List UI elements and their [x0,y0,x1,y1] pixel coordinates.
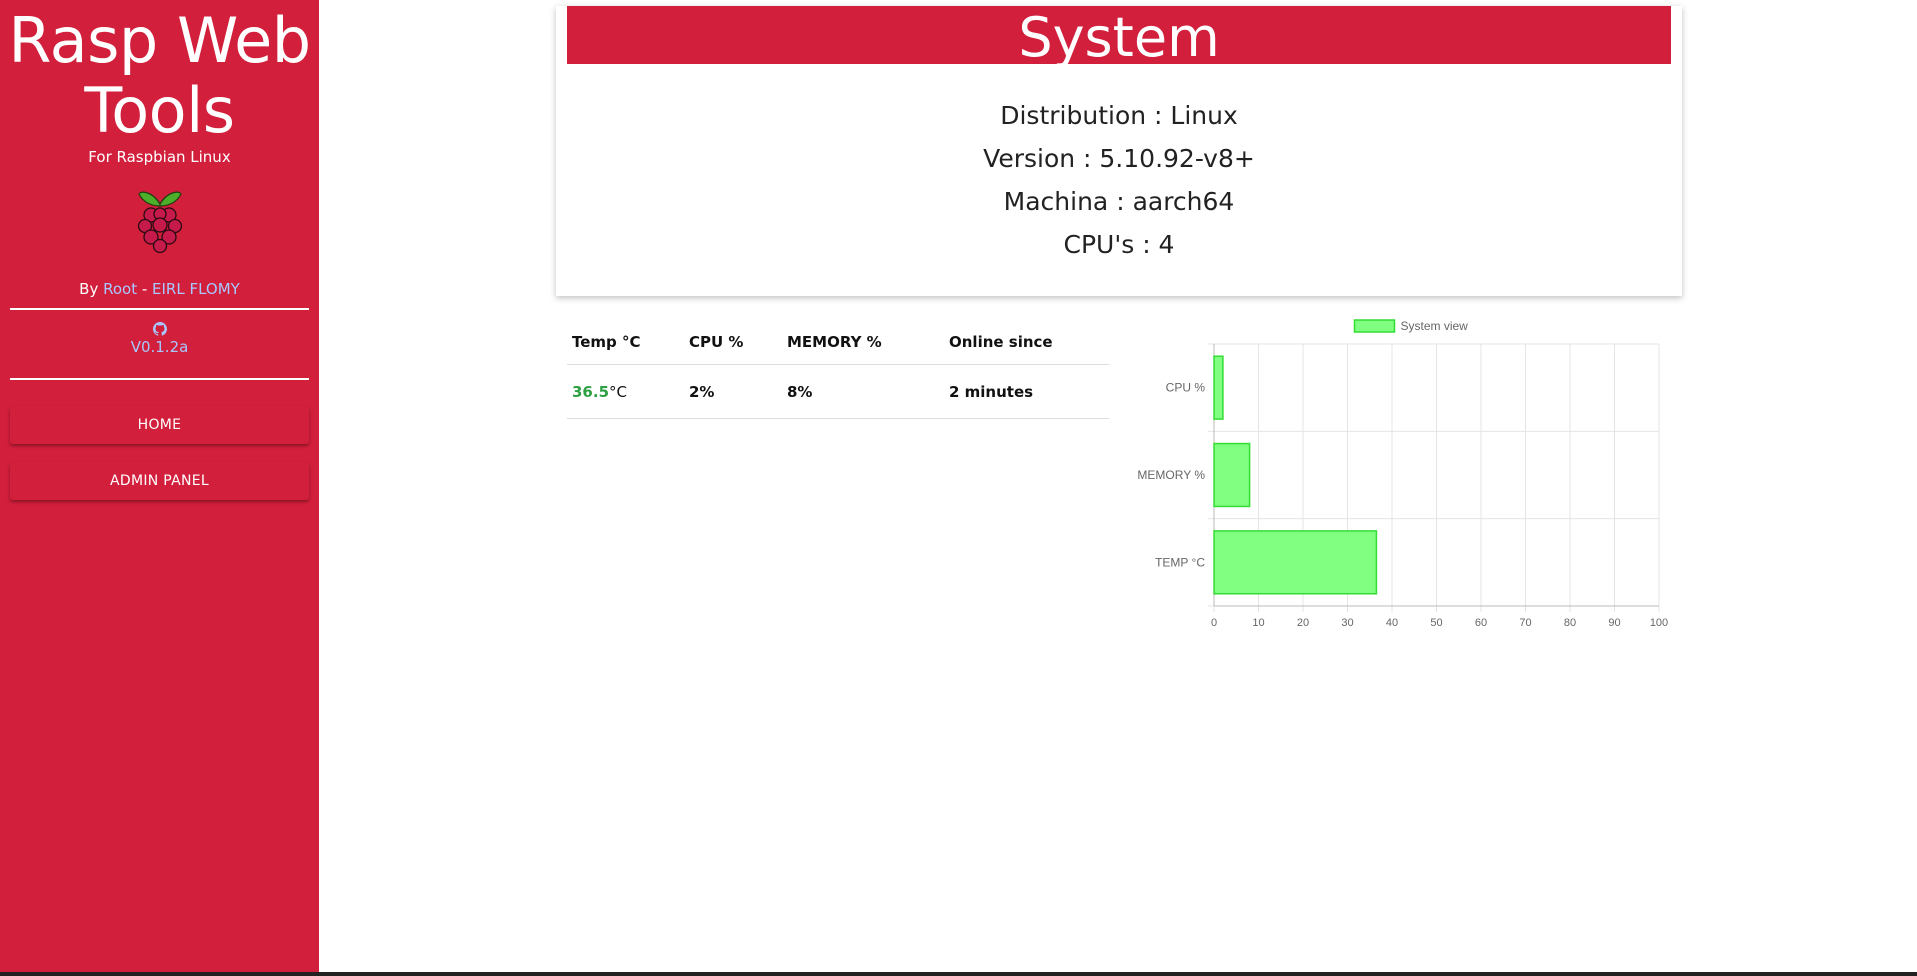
app-title: Rasp Web Tools [8,6,311,146]
app-subtitle: For Raspbian Linux [88,148,231,166]
machina-text: Machina : aarch64 [1003,187,1235,216]
x-tick-label: 10 [1252,617,1264,629]
chart-bar [1213,442,1251,508]
online-value: 2 minutes [944,364,1109,419]
version-label: V0.1.2a [130,338,189,356]
chart-bar [1213,355,1224,420]
system-card: System Distribution : Linux Version : 5.… [556,6,1682,296]
app-title-line1: Rasp Web [8,4,311,77]
y-category-label: TEMP °C [1155,555,1205,569]
author-company-link[interactable]: EIRL FLOMY [152,280,240,298]
cpus-text: CPU's : 4 [1063,230,1175,259]
header-online: Online since [944,319,1109,365]
sidebar-divider [10,378,309,380]
byline-separator: - [137,280,153,298]
sidebar-divider [10,308,309,310]
bottom-bar [0,972,1917,976]
chart-bar [1213,530,1378,595]
x-tick-label: 80 [1564,617,1576,629]
app-title-line2: Tools [84,74,235,147]
sidebar: Rasp Web Tools For Raspbian Linux By Roo… [0,0,319,972]
x-tick-label: 20 [1297,617,1309,629]
admin-panel-button[interactable]: ADMIN PANEL [10,462,309,500]
system-info: Distribution : Linux Version : 5.10.92-v… [556,94,1682,266]
system-title: System [567,6,1671,64]
raspberry-logo-icon [137,191,182,254]
legend-label: System view [1401,319,1469,333]
byline: By Root - EIRL FLOMY [0,280,319,298]
system-view-chart: 0 10 20 30 40 50 60 70 80 90 100 CPU % MEMORY % TEMP … [1137,319,1668,629]
byline-prefix: By [79,280,104,298]
temp-unit: °C [609,382,627,401]
home-button[interactable]: HOME [10,406,309,444]
header-cpu: CPU % [684,319,782,365]
x-tick-label: 30 [1341,617,1353,629]
x-tick-label: 100 [1650,617,1668,629]
temp-value: 36.5 [572,382,610,401]
x-tick-label: 70 [1519,617,1531,629]
y-category-label: CPU % [1166,381,1206,395]
legend-swatch [1353,319,1396,333]
version-text: Version : 5.10.92-v8+ [983,144,1255,173]
x-tick-label: 50 [1430,617,1442,629]
distribution-text: Distribution : Linux [1000,101,1238,130]
author-root-link[interactable]: Root [103,280,137,298]
memory-value: 8% [782,364,944,419]
x-tick-label: 90 [1608,617,1620,629]
header-memory: MEMORY % [782,319,944,365]
y-category-label: MEMORY % [1137,468,1205,482]
github-icon [152,322,167,336]
x-tick-label: 40 [1386,617,1398,629]
header-temp: Temp °C [567,319,684,365]
x-tick-label: 0 [1211,617,1217,629]
github-link[interactable]: V0.1.2a [0,322,319,356]
temp-cell: 36.5°C [567,364,684,419]
table-header-row: Temp °C CPU % MEMORY % Online since [567,319,1109,365]
cpu-value: 2% [684,364,782,419]
table-row: 36.5°C 2% 8% 2 minutes [567,364,1109,419]
x-tick-label: 60 [1475,617,1487,629]
stats-table: Temp °C CPU % MEMORY % Online since 36.5… [567,319,1109,419]
